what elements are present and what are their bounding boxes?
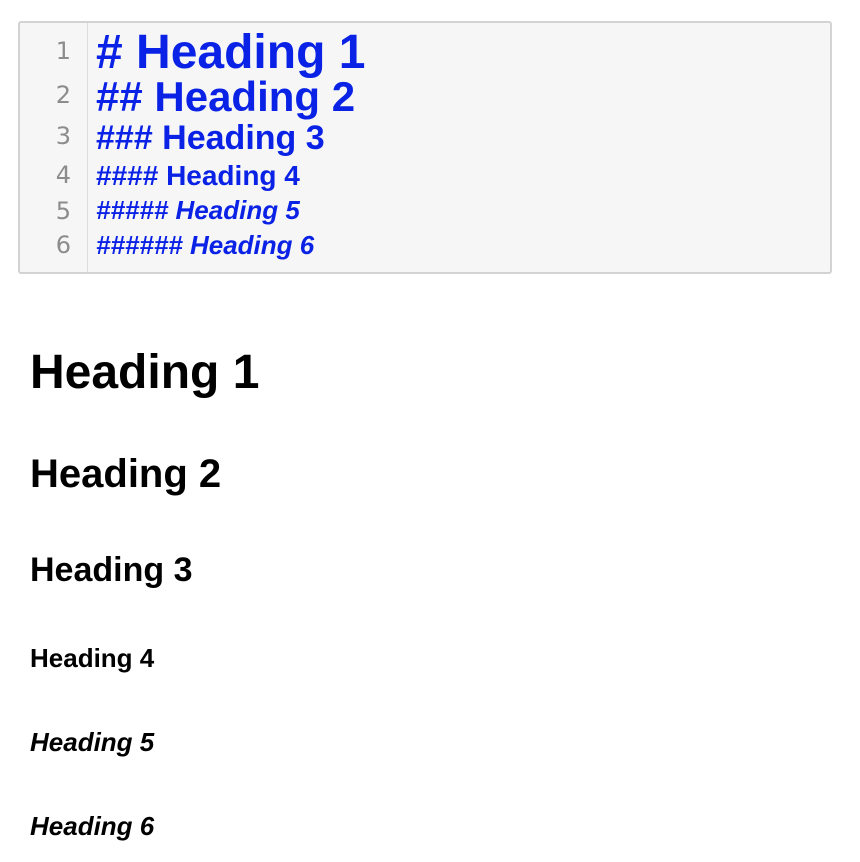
preview-heading-3: Heading 3 [30, 551, 193, 589]
preview-heading-6: Heading 6 [30, 811, 155, 841]
preview-heading-1: Heading 1 [30, 346, 260, 399]
preview-heading-4: Heading 4 [30, 643, 155, 673]
rendered-preview: Heading 1 Heading 2 Heading 3 Heading 4 … [30, 0, 830, 862]
preview-heading-2: Heading 2 [30, 452, 222, 496]
preview-heading-5: Heading 5 [30, 727, 155, 757]
